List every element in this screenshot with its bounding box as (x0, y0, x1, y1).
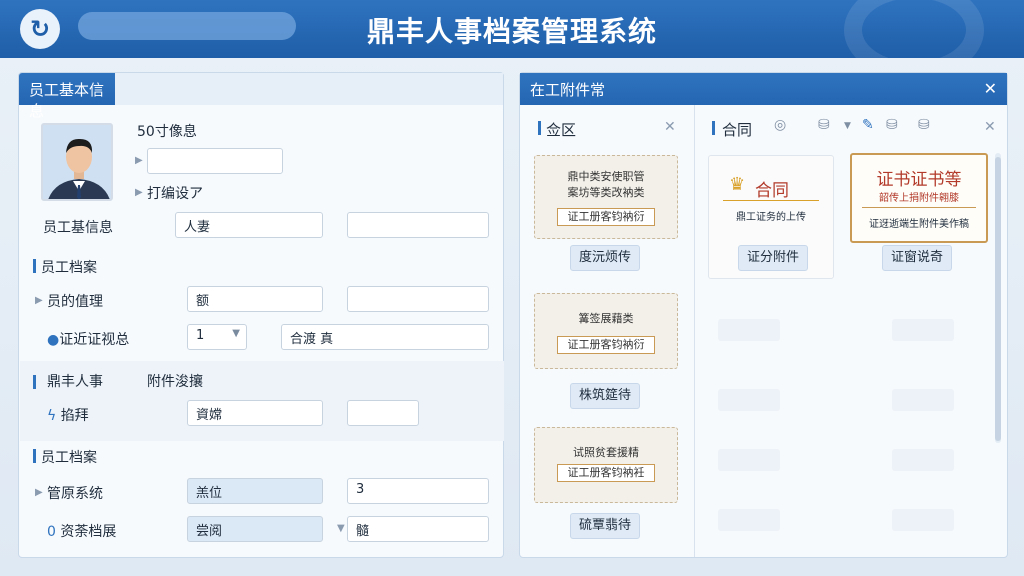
name-field[interactable] (147, 148, 283, 174)
row-field-2[interactable] (347, 286, 489, 312)
row-label: 管原系统 (47, 486, 103, 502)
expand-arrow-icon[interactable]: ▶ (135, 187, 143, 198)
column-title: 佥区 (546, 121, 577, 139)
row-field[interactable]: 尝阅 (187, 516, 323, 542)
edit-icon[interactable]: ✎ (862, 117, 874, 133)
lightning-icon: ϟ (47, 408, 61, 424)
print-settings-link[interactable]: 打编设ア (147, 183, 203, 203)
crown-icon: ♛ (729, 174, 746, 195)
placeholder-row (892, 319, 954, 341)
stamp-label: 证工册客钧衲衽 (557, 464, 655, 482)
certificate-note: 证迓逝端生附件美作稿 (869, 219, 969, 230)
row-field[interactable]: 额 (187, 286, 323, 312)
certificate-card[interactable]: 证书证书等 韶传上捐附件翱膝 证迓逝端生附件美作稿 (850, 153, 988, 243)
attachment-button[interactable]: 硫覃翡待 (570, 513, 640, 539)
contract-heading: 合同 (755, 181, 789, 201)
placeholder-row (892, 449, 954, 471)
row-label: 员的值理 (47, 294, 103, 310)
placeholder-row (892, 389, 954, 411)
employee-info-panel: 员工基本信息 50寸像息 ▶ ▶ 打编设ア 员工基信息 人妻 员工档案 ▶ 员的… (18, 72, 504, 558)
cert-icon: ● (47, 332, 60, 348)
expand-arrow-icon[interactable]: ▶ (35, 295, 43, 306)
basic-info-field-2[interactable] (347, 212, 489, 238)
placeholder-row (718, 319, 780, 341)
certificate-sub: 韶传上捐附件翱膝 (879, 193, 959, 204)
row-field-2[interactable]: 髓 (347, 516, 489, 542)
section-title-2: 附件浚攘 (147, 374, 203, 390)
placeholder-row (718, 509, 780, 531)
row-label: 0 资荼档展 (47, 524, 117, 540)
row-field-2[interactable]: 3 (347, 478, 489, 504)
section-title: 员工档案 (41, 260, 97, 276)
close-icon[interactable]: ✕ (984, 119, 996, 135)
app-header: ↻ 鼎丰人事档案管理系统 (0, 0, 1024, 58)
placeholder-row (718, 389, 780, 411)
row-field-2[interactable] (347, 400, 419, 426)
section-title: 鼎丰人事 (47, 374, 103, 390)
close-icon[interactable]: ✕ (664, 119, 676, 135)
expand-arrow-icon[interactable]: ▶ (35, 487, 43, 498)
attachments-panel: 在工附件常 ✕ 佥区 ✕ 鼎中类安使职管 案坊等类改衲类 证工册客钧衲衍 度沅烦… (519, 72, 1008, 558)
stamp-label: 证工册客钧衲衍 (557, 208, 655, 226)
scrollbar-thumb[interactable] (995, 157, 1001, 441)
row-label: ●证近证视总 (47, 332, 130, 348)
app-title: 鼎丰人事档案管理系统 (366, 15, 657, 48)
row-field-2[interactable]: 合渡 真 (281, 324, 489, 350)
zero-icon: 0 (47, 524, 61, 540)
photo-label: 50寸像息 (137, 124, 197, 140)
expand-arrow-icon[interactable]: ▶ (135, 155, 143, 166)
count-select[interactable]: 1 ▼ (187, 324, 247, 350)
attachment-card[interactable]: 篝签展藉类 证工册客钧衲衍 (534, 293, 678, 369)
employee-photo[interactable] (41, 123, 113, 201)
certificate-heading: 证书证书等 (876, 170, 962, 190)
attachment-button[interactable]: 证窗说奇 (882, 245, 952, 271)
chevron-down-icon[interactable]: ▼ (844, 121, 851, 131)
row-field[interactable]: 資嫦 (187, 400, 323, 426)
employee-info-tab[interactable]: 员工基本信息 (19, 73, 115, 120)
chevron-down-icon[interactable]: ▼ (337, 523, 345, 534)
attachment-button[interactable]: 度沅烦传 (570, 245, 640, 271)
column-title: 合同 (722, 121, 753, 139)
attachment-card[interactable]: 试照贫套援精 证工册客钧衲衽 (534, 427, 678, 503)
contract-sub: 鼎工证务的上传 (736, 212, 806, 223)
attachment-card[interactable]: 鼎中类安使职管 案坊等类改衲类 证工册客钧衲衍 (534, 155, 678, 239)
attachment-button[interactable]: 证分附件 (738, 245, 808, 271)
view-icon[interactable]: ◎ (774, 117, 786, 133)
row-label: ϟ 掐拜 (47, 408, 89, 424)
placeholder-row (718, 449, 780, 471)
database-icon[interactable]: ⛁ (918, 117, 930, 133)
basic-info-field[interactable]: 人妻 (175, 212, 323, 238)
basic-info-label: 员工基信息 (43, 220, 113, 236)
section-title: 员工档案 (41, 450, 97, 466)
database-icon[interactable]: ⛁ (818, 117, 830, 133)
close-icon[interactable]: ✕ (984, 79, 997, 98)
placeholder-row (892, 509, 954, 531)
row-field[interactable]: 羔位 (187, 478, 323, 504)
attachments-panel-header: 在工附件常 ✕ (520, 73, 1007, 105)
stamp-label: 证工册客钧衲衍 (557, 336, 655, 354)
chevron-down-icon: ▼ (232, 328, 240, 339)
database-icon[interactable]: ⛁ (886, 117, 898, 133)
attachment-button[interactable]: 株筑筵待 (570, 383, 640, 409)
